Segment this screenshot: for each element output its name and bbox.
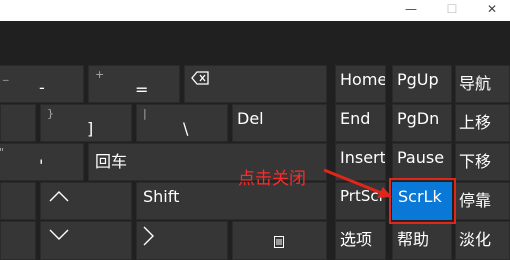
maximize-button: ☐ (432, 0, 472, 18)
key-fade-label: 淡化 (459, 230, 492, 249)
key-move-up-label: 上移 (459, 113, 492, 132)
key-options[interactable]: 选项 (335, 221, 386, 260)
key-help-label: 帮助 (397, 230, 430, 249)
key-end-label: End (340, 109, 371, 128)
key-pause[interactable]: Pause (392, 143, 452, 181)
key-minus[interactable]: _ - (0, 65, 84, 103)
key-pause-label: Pause (397, 148, 445, 167)
key-backslash-label: \ (183, 119, 189, 138)
key-right-bracket[interactable]: } ] (40, 104, 132, 142)
key-nav-label: 导航 (459, 74, 492, 93)
key-fade[interactable]: 淡化 (455, 221, 510, 260)
minimize-icon: — (405, 2, 417, 16)
key-home-label: Home (340, 70, 386, 89)
key-down-arrow[interactable] (40, 221, 132, 260)
key-pgup-label: PgUp (397, 70, 439, 89)
key-del[interactable]: Del (232, 104, 327, 142)
key-minus-label: - (39, 78, 45, 97)
key-dock[interactable]: 停靠 (455, 182, 510, 220)
maximize-icon: ☐ (446, 2, 458, 16)
key-insert-label: Insert (340, 148, 386, 167)
key-backspace[interactable] (184, 65, 327, 103)
key-backslash-shift-label: | (143, 107, 147, 120)
key-pgdn[interactable]: PgDn (392, 104, 452, 142)
title-bar: — ☐ ✕ (0, 0, 510, 21)
key-up-arrow[interactable] (40, 182, 132, 220)
backspace-icon (191, 70, 209, 89)
key-shift-label: Shift (143, 187, 180, 206)
key-help[interactable]: 帮助 (392, 221, 452, 260)
scrlk-highlight-box (389, 178, 456, 224)
close-icon: ✕ (486, 2, 498, 16)
key-partial-left-2[interactable] (0, 104, 36, 142)
key-quote-label: ' (39, 156, 44, 175)
key-equals[interactable]: + = (88, 65, 180, 103)
key-move-down-label: 下移 (459, 152, 492, 171)
right-arrow-icon (143, 226, 155, 250)
key-minus-shift-label: _ (3, 68, 9, 81)
key-partial-left-5[interactable] (0, 221, 36, 260)
key-move-down[interactable]: 下移 (455, 143, 510, 181)
key-end[interactable]: End (335, 104, 386, 142)
annotation-text: 点击关闭 (238, 169, 306, 189)
key-equals-shift-label: + (95, 68, 105, 81)
key-move-up[interactable]: 上移 (455, 104, 510, 142)
key-backslash[interactable]: | \ (136, 104, 228, 142)
key-pgdn-label: PgDn (397, 109, 440, 128)
key-right-arrow[interactable] (136, 221, 228, 260)
key-nav[interactable]: 导航 (455, 65, 510, 103)
key-enter-label: 回车 (95, 152, 128, 171)
key-home[interactable]: Home (335, 65, 386, 103)
menu-icon (274, 233, 284, 252)
key-bracket-label: ] (87, 119, 94, 138)
up-arrow-icon (49, 187, 69, 206)
key-equals-label: = (135, 80, 149, 99)
minimize-button[interactable]: — (391, 0, 431, 18)
key-bracket-shift-label: } (47, 107, 54, 120)
annotation-arrow (323, 168, 392, 198)
key-partial-left-4[interactable] (0, 182, 36, 220)
key-options-label: 选项 (340, 230, 373, 249)
key-pgup[interactable]: PgUp (392, 65, 452, 103)
close-button[interactable]: ✕ (472, 0, 510, 18)
key-quote[interactable]: " ' (0, 143, 84, 181)
key-del-label: Del (237, 109, 264, 128)
down-arrow-icon (49, 226, 69, 245)
key-menu[interactable] (232, 221, 327, 260)
key-quote-shift-label: " (0, 146, 4, 159)
key-dock-label: 停靠 (459, 191, 492, 210)
